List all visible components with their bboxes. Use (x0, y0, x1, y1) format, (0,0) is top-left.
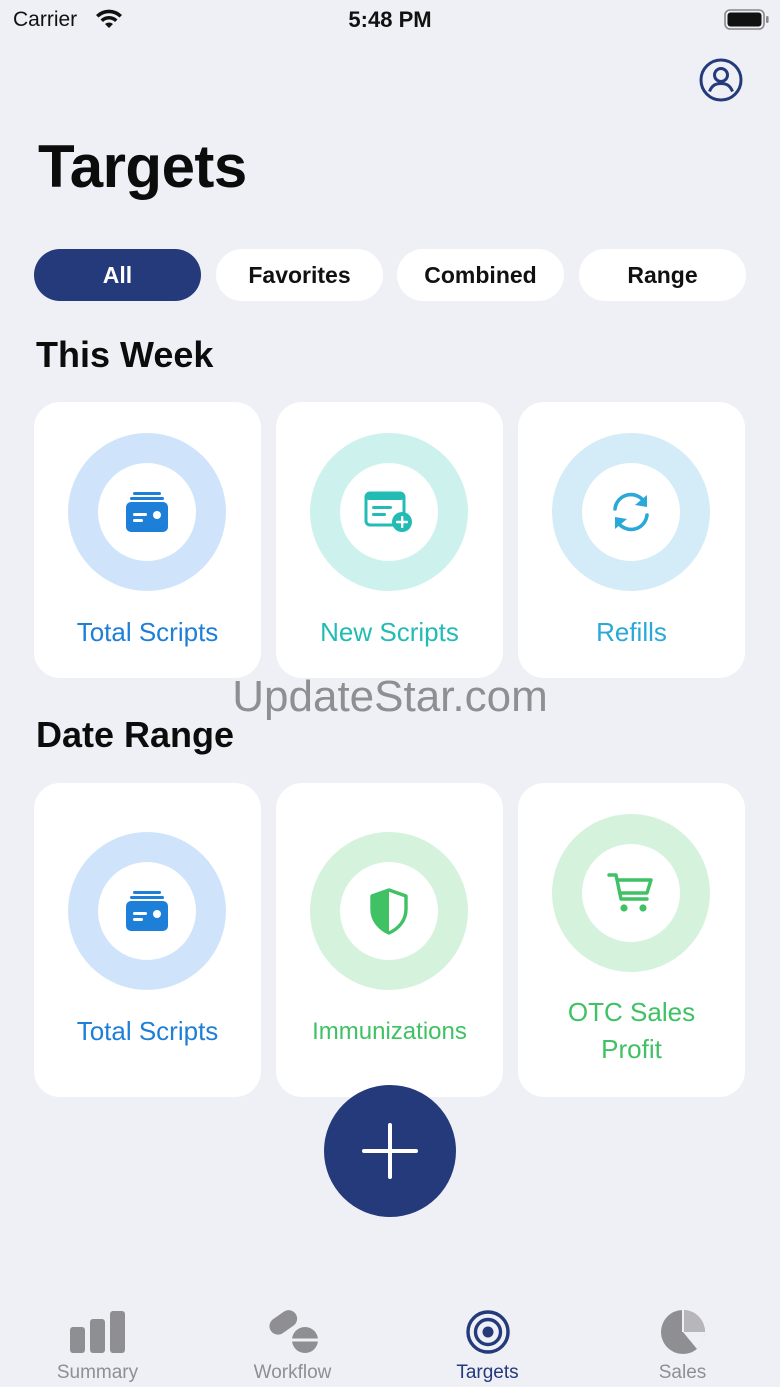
status-bar: Carrier 5:48 PM (0, 0, 780, 40)
tab-targets[interactable]: Targets (390, 1300, 585, 1387)
target-card-refills[interactable]: Refills (518, 402, 745, 678)
section-title-this-week: This Week (36, 334, 214, 375)
icon-ring (68, 433, 226, 591)
icon-ring (68, 832, 226, 990)
plus-icon (362, 1123, 418, 1179)
card-label: Refills (596, 617, 667, 647)
tab-label: Targets (456, 1362, 519, 1383)
battery-icon (724, 9, 770, 36)
tab-label: Sales (658, 1362, 707, 1383)
tab-label: Workflow (253, 1362, 332, 1383)
target-card-total-scripts-range[interactable]: Total Scripts (34, 783, 261, 1097)
icon-ring (310, 832, 468, 990)
refresh-icon (613, 492, 649, 532)
clock: 5:48 PM (348, 7, 432, 32)
card-label: New Scripts (320, 617, 459, 647)
profile-button[interactable] (699, 58, 743, 102)
card-label: OTC Sales Profit (518, 994, 745, 1068)
filter-chip-all[interactable]: All (34, 249, 201, 301)
target-card-immunizations[interactable]: Immunizations (276, 783, 503, 1097)
person-circle-icon (699, 58, 743, 102)
script-stack-icon (126, 891, 168, 931)
filter-chip-favorites[interactable]: Favorites (216, 249, 383, 301)
card-label: Immunizations (312, 1018, 467, 1045)
script-stack-icon (126, 492, 168, 532)
cart-icon (607, 873, 653, 912)
add-target-button[interactable] (324, 1085, 456, 1217)
bar-chart-icon (70, 1311, 125, 1353)
filter-chip-combined[interactable]: Combined (397, 249, 564, 301)
tab-summary[interactable]: Summary (0, 1300, 195, 1387)
target-card-total-scripts-week[interactable]: Total Scripts (34, 402, 261, 678)
pills-icon (269, 1310, 319, 1353)
new-script-icon (364, 491, 412, 532)
target-card-otc-sales-profit[interactable]: OTC Sales Profit (518, 783, 745, 1097)
pie-chart-icon (661, 1310, 705, 1354)
filter-chip-range[interactable]: Range (579, 249, 746, 301)
tab-workflow[interactable]: Workflow (195, 1300, 390, 1387)
target-card-new-scripts[interactable]: New Scripts (276, 402, 503, 678)
tab-sales[interactable]: Sales (585, 1300, 780, 1387)
card-label: Total Scripts (76, 617, 219, 647)
icon-ring (552, 814, 710, 972)
page-title: Targets (38, 133, 247, 200)
tab-label: Summary (56, 1362, 139, 1383)
card-label-line: OTC Sales (567, 997, 696, 1027)
icon-ring (310, 433, 468, 591)
card-label: Total Scripts (76, 1016, 219, 1046)
target-icon (466, 1310, 510, 1354)
shield-icon (370, 888, 408, 935)
card-label-line: Profit (601, 1034, 662, 1064)
icon-ring (552, 433, 710, 591)
section-title-date-range: Date Range (36, 714, 235, 755)
